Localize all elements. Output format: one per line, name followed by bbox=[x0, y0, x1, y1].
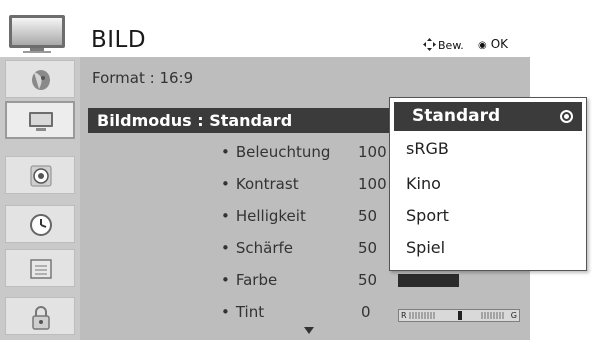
option-box-icon bbox=[30, 259, 52, 279]
setting-label: Kontrast bbox=[235, 175, 299, 193]
setting-label: Tint bbox=[235, 303, 265, 321]
tv-screen-icon bbox=[29, 112, 53, 131]
setting-label: Beleuchtung bbox=[235, 143, 331, 161]
satellite-dish-icon bbox=[32, 70, 50, 90]
ok-hint-label: OK bbox=[490, 37, 509, 51]
bullet-icon: • bbox=[221, 303, 230, 321]
setting-value: 100 bbox=[358, 175, 387, 193]
menu-header: BILD Bew. ◉ OK bbox=[0, 0, 597, 55]
picture-mode-dropdown: Standard sRGB Kino Sport Spiel bbox=[389, 97, 587, 271]
sidebar-item-time[interactable] bbox=[5, 205, 75, 243]
setting-color[interactable]: • Farbe bbox=[221, 271, 277, 289]
bullet-icon: • bbox=[221, 175, 230, 193]
bullet-icon: • bbox=[221, 271, 230, 289]
dropdown-option-standard[interactable]: Standard bbox=[394, 102, 582, 131]
bullet-icon: • bbox=[221, 143, 230, 161]
move-arrows-icon bbox=[423, 38, 436, 51]
tint-balance-bar[interactable]: R G bbox=[398, 309, 520, 322]
selected-radio-icon bbox=[560, 110, 573, 123]
sidebar-item-picture[interactable] bbox=[5, 101, 75, 139]
format-setting[interactable]: Format : 16:9 bbox=[92, 69, 193, 87]
setting-value: 50 bbox=[358, 271, 378, 289]
bullet-icon: • bbox=[221, 207, 230, 225]
page-title: BILD bbox=[91, 27, 147, 53]
setting-sharpness[interactable]: • Schärfe bbox=[221, 239, 293, 257]
sidebar-item-option[interactable] bbox=[5, 249, 75, 287]
setting-value: 50 bbox=[358, 239, 378, 257]
tint-left-label: R bbox=[401, 311, 407, 320]
sidebar-item-audio[interactable] bbox=[5, 156, 75, 194]
ok-button-icon: ◉ bbox=[478, 40, 487, 51]
category-sidebar bbox=[0, 57, 80, 340]
dropdown-option-kino[interactable]: Kino bbox=[406, 174, 441, 193]
setting-value: 100 bbox=[358, 143, 387, 161]
color-level-bar bbox=[398, 274, 459, 287]
setting-value: 50 bbox=[358, 207, 378, 225]
speaker-icon bbox=[30, 165, 52, 187]
setting-contrast[interactable]: • Kontrast bbox=[221, 175, 299, 193]
dropdown-option-sport[interactable]: Sport bbox=[406, 206, 449, 225]
dropdown-option-spiel[interactable]: Spiel bbox=[406, 238, 445, 257]
format-value: : 16:9 bbox=[149, 69, 194, 87]
dropdown-option-srgb[interactable]: sRGB bbox=[406, 139, 449, 158]
setting-brightness[interactable]: • Helligkeit bbox=[221, 207, 306, 225]
move-hint-label: Bew. bbox=[438, 39, 464, 52]
tint-marker bbox=[458, 311, 462, 320]
ok-hint: ◉ OK bbox=[478, 37, 508, 51]
tv-screen-icon bbox=[9, 15, 65, 53]
sidebar-item-lock[interactable] bbox=[5, 297, 75, 335]
setting-label: Schärfe bbox=[235, 239, 294, 257]
tv-osd-screen: BILD Bew. ◉ OK Format: 16:9 Bildmodus:… bbox=[0, 0, 597, 340]
clock-icon bbox=[30, 214, 52, 236]
setting-value: 0 bbox=[361, 303, 371, 321]
setting-label: Farbe bbox=[235, 271, 278, 289]
sidebar-item-setup[interactable] bbox=[5, 60, 75, 98]
move-hint: Bew. bbox=[423, 38, 464, 52]
bullet-icon: • bbox=[221, 239, 230, 257]
format-label: Format bbox=[92, 69, 145, 87]
tint-right-label: G bbox=[510, 311, 517, 320]
setting-label: Helligkeit bbox=[235, 207, 306, 225]
setting-tint[interactable]: • Tint bbox=[221, 303, 264, 321]
lock-icon bbox=[32, 306, 50, 330]
picture-mode-label: Bildmodus : Standard bbox=[97, 111, 293, 130]
scroll-down-arrow-icon[interactable] bbox=[304, 327, 314, 334]
setting-backlight[interactable]: • Beleuchtung bbox=[221, 143, 330, 161]
dropdown-option-label: Standard bbox=[412, 106, 501, 126]
